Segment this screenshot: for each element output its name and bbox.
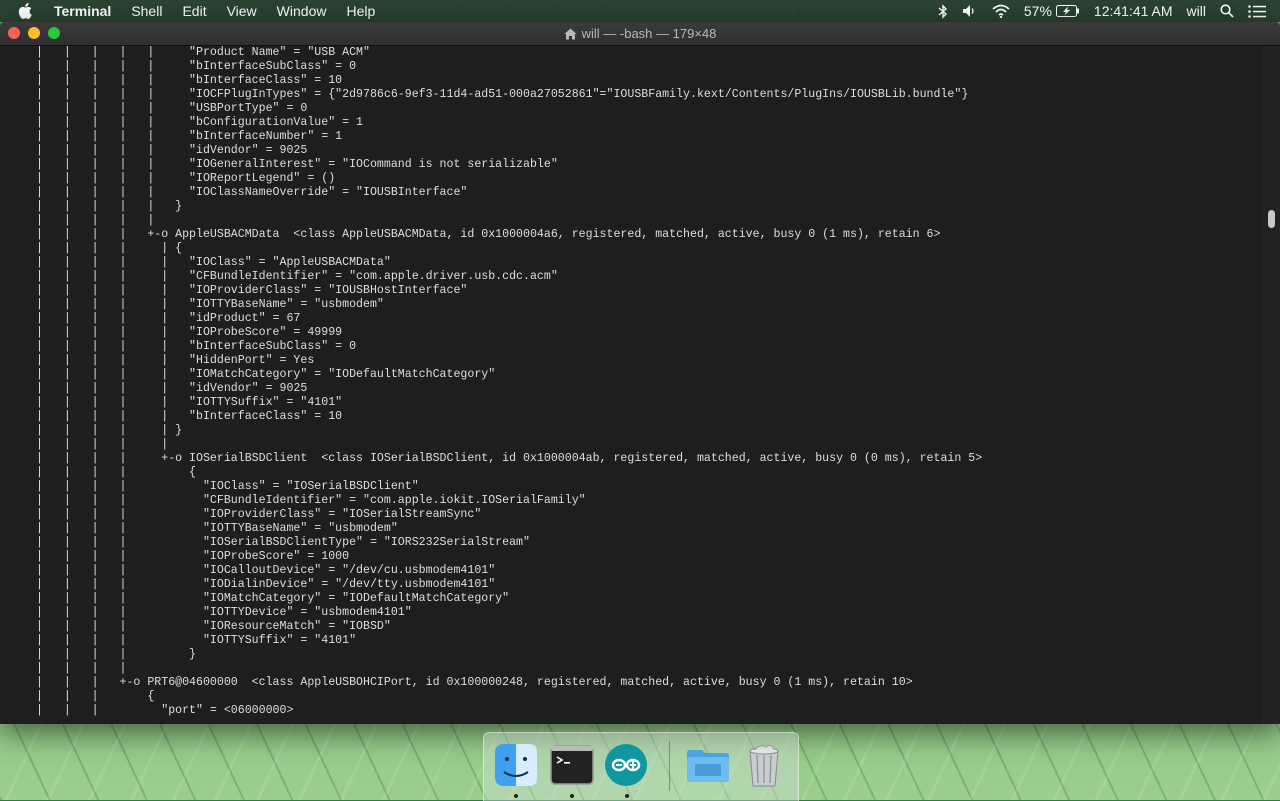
scrollbar-thumb[interactable] [1268,210,1275,228]
terminal-line: | | | | | "IOProviderClass" = "IOUSBHost… [36,284,468,297]
terminal-line: | | | | "IOTTYDevice" = "usbmodem4101" [36,606,412,619]
menu-app-name[interactable]: Terminal [54,3,111,19]
terminal-line: | | | | | "IOProbeScore" = 49999 [36,326,343,339]
menu-edit[interactable]: Edit [182,3,206,19]
terminal-line: | | | | | "IOMatchCategory" = "IODefault… [36,368,496,381]
dock-trash[interactable] [740,741,788,789]
terminal-line: | | | | | "idProduct" = 67 [36,312,301,325]
terminal-line: | | | | | "idVendor" = 9025 [36,382,308,395]
terminal-line: | | | | "IOResourceMatch" = "IOBSD" [36,620,391,633]
terminal-line: | | | | | "IOClass" = "AppleUSBACMData" [36,256,391,269]
folder-icon [687,750,729,782]
terminal-line: | | | | | "IOTTYSuffix" = "4101" [36,396,343,409]
menu-bar: Terminal Shell Edit View Window Help 57%… [0,0,1280,22]
terminal-line: | | | | "IOMatchCategory" = "IODefaultMa… [36,592,510,605]
spotlight-search-icon[interactable] [1220,4,1234,18]
menu-view[interactable]: View [227,3,257,19]
terminal-line: | | | | [36,662,127,675]
battery-percent: 57% [1023,3,1052,19]
arduino-running-indicator [625,794,629,798]
terminal-line: | | | | | "Product Name" = "USB ACM" [36,46,370,59]
terminal-line: | | | | | "USBPortType" = 0 [36,102,308,115]
terminal-scrollbar[interactable] [1262,46,1280,724]
terminal-app-icon [550,745,594,785]
terminal-line: | | | +-o PRT6@04600000 <class AppleUSBO… [36,676,913,689]
arduino-icon [605,744,647,786]
terminal-line: | | | | | "HiddenPort" = Yes [36,354,315,367]
terminal-line: | | | | | "bInterfaceNumber" = 1 [36,130,343,143]
dock-terminal[interactable] [548,741,596,789]
terminal-line: | | | | | "IOTTYBaseName" = "usbmodem" [36,298,384,311]
terminal-line: | | | | | "idVendor" = 9025 [36,144,308,157]
terminal-line: | | | | | "IOCFPlugInTypes" = {"2d9786c6… [36,88,969,101]
terminal-line: | | | | "IOClass" = "IOSerialBSDClient" [36,480,419,493]
dock-arduino[interactable] [602,741,650,789]
terminal-line: | | | | | [36,214,155,227]
window-title: will — -bash — 179×48 [581,26,717,41]
terminal-line: | | | | "IOTTYBaseName" = "usbmodem" [36,522,398,535]
terminal-line: | | | | | "IOClassNameOverride" = "IOUSB… [36,186,468,199]
terminal-line: | | | "port" = <06000000> [36,704,294,717]
terminal-line: | | | | } [36,648,197,661]
terminal-line: | | | | | "bInterfaceSubClass" = 0 [36,340,357,353]
volume-icon[interactable] [962,4,978,18]
finder-icon [495,744,537,786]
notification-center-icon[interactable] [1248,4,1266,18]
terminal-line: | | | | "IODialinDevice" = "/dev/tty.usb… [36,578,496,591]
terminal-line: | | | | | } [36,200,183,213]
finder-running-indicator [514,794,518,798]
terminal-line: | | | | | { [36,242,183,255]
terminal-line: | | | | "IOTTYSuffix" = "4101" [36,634,357,647]
terminal-line: | | | | | "bInterfaceClass" = 10 [36,410,343,423]
bluetooth-icon[interactable] [938,3,948,19]
terminal-line: | | | | +-o AppleUSBACMData <class Apple… [36,228,941,241]
terminal-line: | | | | | "bConfigurationValue" = 1 [36,116,363,129]
dock-folder[interactable] [684,741,732,789]
menu-clock[interactable]: 12:41:41 AM [1094,3,1173,19]
terminal-line: | | | | +-o IOSerialBSDClient <class IOS… [36,452,983,465]
window-titlebar[interactable]: will — -bash — 179×48 [0,22,1280,46]
home-folder-icon [564,24,577,47]
terminal-line: | | | | | "IOGeneralInterest" = "IOComma… [36,158,558,171]
terminal-line: | | | | { [36,466,197,479]
terminal-line: | | | | "IOProbeScore" = 1000 [36,550,350,563]
terminal-line: | | | | "CFBundleIdentifier" = "com.appl… [36,494,586,507]
terminal-line: | | | | | "CFBundleIdentifier" = "com.ap… [36,270,558,283]
trash-icon [749,744,779,787]
terminal-window: will — -bash — 179×48 | | | | | "Product… [0,22,1280,724]
dock-separator [669,741,670,791]
battery-status[interactable]: 57% [1024,3,1080,19]
terminal-line: | | | | | } [36,424,183,437]
terminal-line: | | | | | [36,438,169,451]
menu-window[interactable]: Window [277,3,327,19]
dock [483,732,799,801]
terminal-line: | | | | "IOProviderClass" = "IOSerialStr… [36,508,482,521]
menu-shell[interactable]: Shell [131,3,162,19]
apple-menu-icon[interactable] [18,3,40,19]
wifi-icon[interactable] [992,4,1010,18]
terminal-line: | | | | | "bInterfaceClass" = 10 [36,74,343,87]
menu-user[interactable]: will [1187,3,1206,19]
terminal-line: | | | | "IOCalloutDevice" = "/dev/cu.usb… [36,564,496,577]
terminal-line: | | | | | "bInterfaceSubClass" = 0 [36,60,357,73]
terminal-output[interactable]: | | | | | "Product Name" = "USB ACM" | | … [0,46,1262,724]
terminal-running-indicator [570,794,574,798]
terminal-line: | | | { [36,690,155,703]
battery-charging-icon [1055,5,1079,17]
terminal-line: | | | | "IOSerialBSDClientType" = "IORS2… [36,536,530,549]
dock-finder[interactable] [492,741,540,789]
terminal-line: | | | | | "IOReportLegend" = () [36,172,336,185]
menu-help[interactable]: Help [346,3,375,19]
